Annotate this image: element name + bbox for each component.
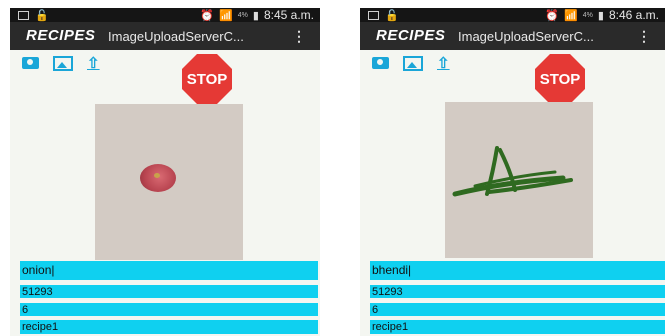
status-bar: 🔓 ⏰ 📶 4% ▮ 8:45 a.m. <box>10 8 320 22</box>
wifi-icon: 📶 <box>219 9 233 22</box>
status-time: 8:45 a.m. <box>263 8 314 22</box>
screen-icon <box>368 11 379 20</box>
app-bar: RECIPES ImageUploadServerC... ⋮ <box>10 22 320 50</box>
phone-screen-left: 🔓 ⏰ 📶 4% ▮ 8:45 a.m. RECIPES ImageUpload… <box>10 8 320 336</box>
app-logo: RECIPES <box>376 27 446 44</box>
alarm-icon: ⏰ <box>200 9 215 22</box>
upload-icon[interactable]: ⇧ <box>437 54 450 72</box>
toolbar: ⇧ <box>372 54 450 72</box>
lock-icon: 🔓 <box>35 10 49 22</box>
phone-screen-right: 🔓 ⏰ 📶 4% ▮ 8:46 a.m. RECIPES ImageUpload… <box>360 8 665 336</box>
onion-image <box>140 164 176 192</box>
battery-percent: 4% <box>237 11 248 19</box>
name-field[interactable]: bhendi| <box>370 261 665 280</box>
captured-photo <box>95 104 243 260</box>
count-field[interactable]: 6 <box>20 303 318 316</box>
stop-button[interactable]: STOP <box>182 54 232 104</box>
upload-icon[interactable]: ⇧ <box>87 54 100 72</box>
gallery-icon[interactable] <box>403 55 423 71</box>
number-field[interactable]: 51293 <box>20 285 318 298</box>
gallery-icon[interactable] <box>53 55 73 71</box>
number-field[interactable]: 51293 <box>370 285 665 298</box>
count-field[interactable]: 6 <box>370 303 665 316</box>
app-bar: RECIPES ImageUploadServerC... ⋮ <box>360 22 665 50</box>
battery-icon: ▮ <box>252 9 259 22</box>
battery-percent: 4% <box>582 11 593 19</box>
captured-photo <box>445 102 593 258</box>
lock-icon: 🔓 <box>385 10 399 22</box>
camera-icon[interactable] <box>22 57 39 69</box>
camera-icon[interactable] <box>372 57 389 69</box>
status-bar: 🔓 ⏰ 📶 4% ▮ 8:46 a.m. <box>360 8 665 22</box>
stop-label: STOP <box>186 70 228 88</box>
status-time: 8:46 a.m. <box>608 8 659 22</box>
stop-label: STOP <box>539 70 581 88</box>
recipe-field[interactable]: recipe1 <box>370 320 665 334</box>
screen-icon <box>18 11 29 20</box>
app-title: ImageUploadServerC... <box>458 29 594 44</box>
okra-image <box>452 146 573 197</box>
stop-button[interactable]: STOP <box>535 54 585 104</box>
wifi-icon: 📶 <box>564 9 578 22</box>
name-field[interactable]: onion| <box>20 261 318 280</box>
menu-overflow-icon[interactable]: ⋮ <box>292 28 306 45</box>
battery-icon: ▮ <box>597 9 604 22</box>
toolbar: ⇧ <box>22 54 100 72</box>
alarm-icon: ⏰ <box>545 9 560 22</box>
menu-overflow-icon[interactable]: ⋮ <box>637 28 651 45</box>
app-logo: RECIPES <box>26 27 96 44</box>
recipe-field[interactable]: recipe1 <box>20 320 318 334</box>
app-title: ImageUploadServerC... <box>108 29 244 44</box>
